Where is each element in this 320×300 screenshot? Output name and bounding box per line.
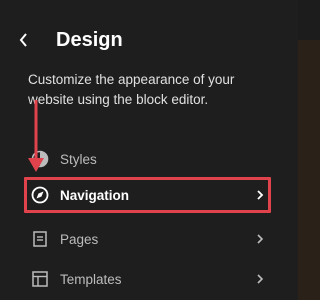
- nav-item-styles[interactable]: Styles: [28, 141, 272, 177]
- nav-item-label: Styles: [60, 151, 97, 167]
- preview-frame: [298, 40, 320, 300]
- site-preview[interactable]: [298, 0, 320, 300]
- back-button[interactable]: [18, 26, 38, 54]
- chevron-right-icon: [257, 274, 264, 284]
- sidebar-header: Design: [18, 26, 123, 54]
- nav-item-label: Templates: [60, 271, 122, 287]
- page-icon: [28, 227, 52, 251]
- sidebar-description: Customize the appearance of your website…: [28, 72, 235, 107]
- chevron-left-icon: [19, 33, 27, 47]
- layout-icon: [28, 267, 52, 291]
- half-circle-icon: [28, 147, 52, 171]
- nav-item-pages[interactable]: Pages: [28, 221, 272, 257]
- design-sidebar: Design Customize the appearance of your …: [0, 0, 298, 300]
- nav-item-label: Pages: [60, 231, 99, 247]
- chevron-right-icon: [257, 234, 264, 244]
- page-title: Design: [56, 28, 123, 51]
- highlight-box: [24, 177, 271, 213]
- nav-item-templates[interactable]: Templates: [28, 261, 272, 297]
